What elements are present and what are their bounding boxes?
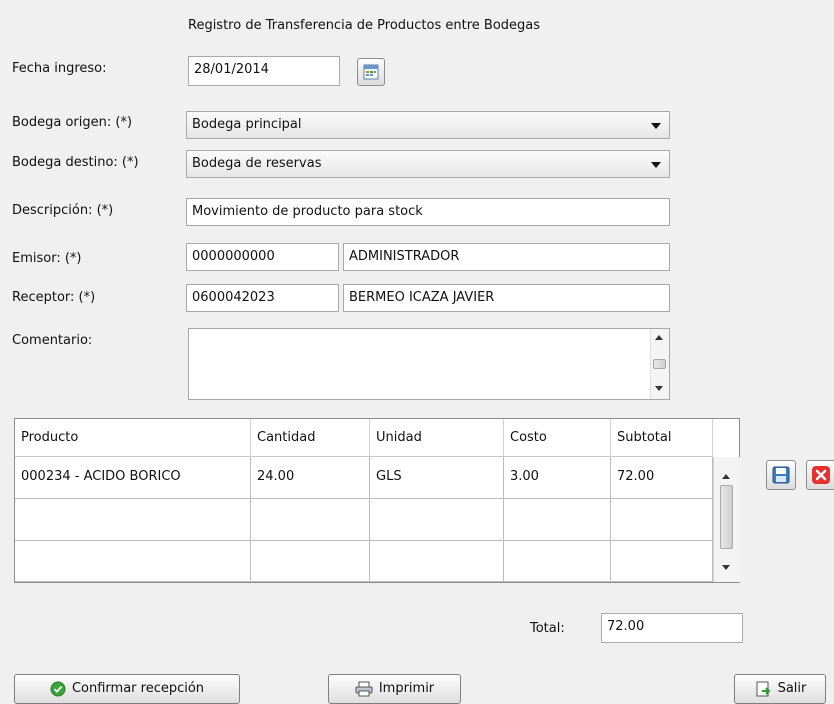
confirmar-label: Confirmar recepción (71, 681, 205, 696)
table-cell[interactable]: 24.00 (251, 457, 370, 499)
col-header-producto[interactable]: Producto (15, 419, 251, 457)
table-cell[interactable] (611, 499, 713, 541)
scroll-up-icon[interactable] (722, 474, 730, 479)
table-cell[interactable] (504, 541, 611, 582)
receptor-label: Receptor: (*) (12, 290, 96, 305)
confirmar-recepcion-button[interactable]: Confirmar recepción (14, 674, 240, 704)
table-cell[interactable] (251, 499, 370, 541)
emisor-id-input[interactable]: 0000000000 (186, 243, 339, 271)
imprimir-label: Imprimir (378, 681, 435, 696)
salir-button[interactable]: Salir (734, 674, 826, 704)
bodega-origen-value: Bodega principal (192, 117, 302, 132)
delete-icon (812, 466, 830, 484)
receptor-id-input[interactable]: 0600042023 (186, 284, 339, 312)
total-label: Total: (530, 621, 565, 636)
calendar-button[interactable] (357, 58, 385, 86)
table-cell[interactable] (611, 541, 713, 582)
table-cell[interactable]: 3.00 (504, 457, 611, 499)
scroll-thumb[interactable] (720, 485, 733, 549)
total-field: 72.00 (601, 613, 743, 643)
bodega-destino-value: Bodega de reservas (192, 156, 322, 171)
descripcion-input[interactable]: Movimiento de producto para stock (186, 198, 670, 226)
table-cell[interactable] (504, 499, 611, 541)
scroll-up-icon[interactable] (655, 335, 663, 340)
save-row-button[interactable] (766, 460, 796, 490)
comentario-scrollbar[interactable] (650, 329, 669, 399)
save-icon (772, 466, 790, 484)
table-cell[interactable] (251, 541, 370, 582)
col-header-subtotal[interactable]: Subtotal (611, 419, 713, 457)
fecha-input[interactable]: 28/01/2014 (188, 56, 340, 86)
table-cell[interactable]: GLS (370, 457, 504, 499)
descripcion-label: Descripción: (*) (12, 203, 114, 218)
table-scrollbar[interactable] (713, 457, 740, 582)
col-header-costo[interactable]: Costo (504, 419, 611, 457)
fecha-label: Fecha ingreso: (12, 61, 107, 76)
table-cell[interactable] (370, 499, 504, 541)
scroll-down-icon[interactable] (655, 386, 663, 391)
col-header-unidad[interactable]: Unidad (370, 419, 504, 457)
salir-label: Salir (777, 681, 807, 696)
imprimir-button[interactable]: Imprimir (328, 674, 461, 704)
table-cell[interactable] (370, 541, 504, 582)
table-cell[interactable] (15, 499, 251, 541)
scroll-thumb[interactable] (653, 359, 666, 369)
bodega-origen-select[interactable]: Bodega principal (186, 111, 670, 139)
comentario-label: Comentario: (12, 333, 93, 348)
calendar-icon (363, 64, 379, 80)
table-cell[interactable]: 000234 - ACIDO BORICO (15, 457, 251, 499)
receptor-name-input[interactable]: BERMEO ICAZA JAVIER (343, 284, 670, 312)
bodega-destino-select[interactable]: Bodega de reservas (186, 150, 670, 178)
chevron-down-icon (651, 162, 661, 168)
exit-icon (756, 681, 771, 696)
products-table: Producto Cantidad Unidad Costo Subtotal … (14, 418, 740, 583)
check-circle-icon (50, 681, 66, 696)
bodega-destino-label: Bodega destino: (*) (12, 155, 139, 170)
chevron-down-icon (651, 123, 661, 129)
bodega-origen-label: Bodega origen: (*) (12, 115, 133, 130)
form-title: Registro de Transferencia de Productos e… (188, 18, 541, 33)
table-cell[interactable] (15, 541, 251, 582)
comentario-textarea[interactable] (188, 328, 670, 400)
scroll-down-icon[interactable] (722, 565, 730, 570)
emisor-label: Emisor: (*) (12, 251, 82, 266)
emisor-name-input[interactable]: ADMINISTRADOR (343, 243, 670, 271)
delete-row-button[interactable] (806, 460, 834, 490)
col-header-cantidad[interactable]: Cantidad (251, 419, 370, 457)
printer-icon (355, 681, 373, 696)
table-cell[interactable]: 72.00 (611, 457, 713, 499)
